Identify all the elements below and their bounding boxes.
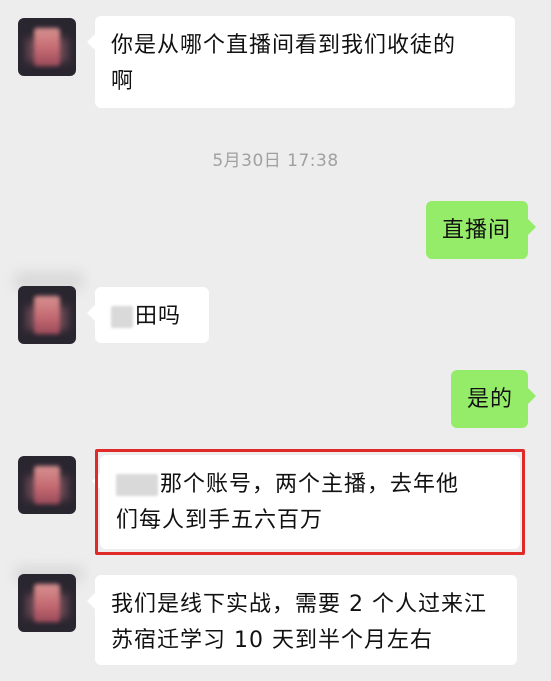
contact-avatar[interactable] — [18, 18, 76, 76]
redaction-mask — [116, 474, 158, 496]
message-text-line: 啊 — [111, 69, 135, 94]
message-text: 田吗 — [135, 304, 182, 329]
avatar-blur — [34, 296, 60, 334]
message-bubble-incoming[interactable]: 你是从哪个直播间看到我们收徒的 啊 — [87, 16, 515, 108]
message-text: 直播间 — [442, 218, 512, 243]
message-bubble-outgoing[interactable]: 直播间 — [426, 201, 536, 259]
message-text-line: 们每人到手五六百万 — [116, 508, 324, 533]
message-text-line: 苏宿迁学习 10 天到半个月左右 — [111, 628, 433, 653]
message-timestamp: 5月30日 17:38 — [212, 151, 339, 171]
avatar-blur — [34, 28, 60, 66]
message-text-line: 我们是线下实战，需要 2 个人过来江 — [111, 592, 487, 617]
avatar-blur — [34, 584, 60, 622]
message-bubble-incoming[interactable]: 田吗 — [87, 287, 209, 343]
message-bubble-incoming[interactable]: 那个账号，两个主播，去年他 们每人到手五六百万 — [92, 455, 520, 549]
avatar-blur — [34, 466, 60, 504]
contact-avatar[interactable] — [18, 574, 76, 632]
message-text-line: 你是从哪个直播间看到我们收徒的 — [111, 33, 457, 58]
message-text: 是的 — [467, 387, 514, 412]
contact-avatar[interactable] — [18, 286, 76, 344]
message-bubble-incoming[interactable]: 我们是线下实战，需要 2 个人过来江 苏宿迁学习 10 天到半个月左右 — [87, 575, 517, 665]
message-text: 那个账号，两个主播，去年他 — [160, 472, 460, 497]
contact-avatar[interactable] — [18, 456, 76, 514]
message-bubble-outgoing[interactable]: 是的 — [451, 370, 536, 428]
redaction-mask — [111, 306, 133, 328]
message-text-line: 那个账号，两个主播，去年他 — [116, 467, 506, 503]
